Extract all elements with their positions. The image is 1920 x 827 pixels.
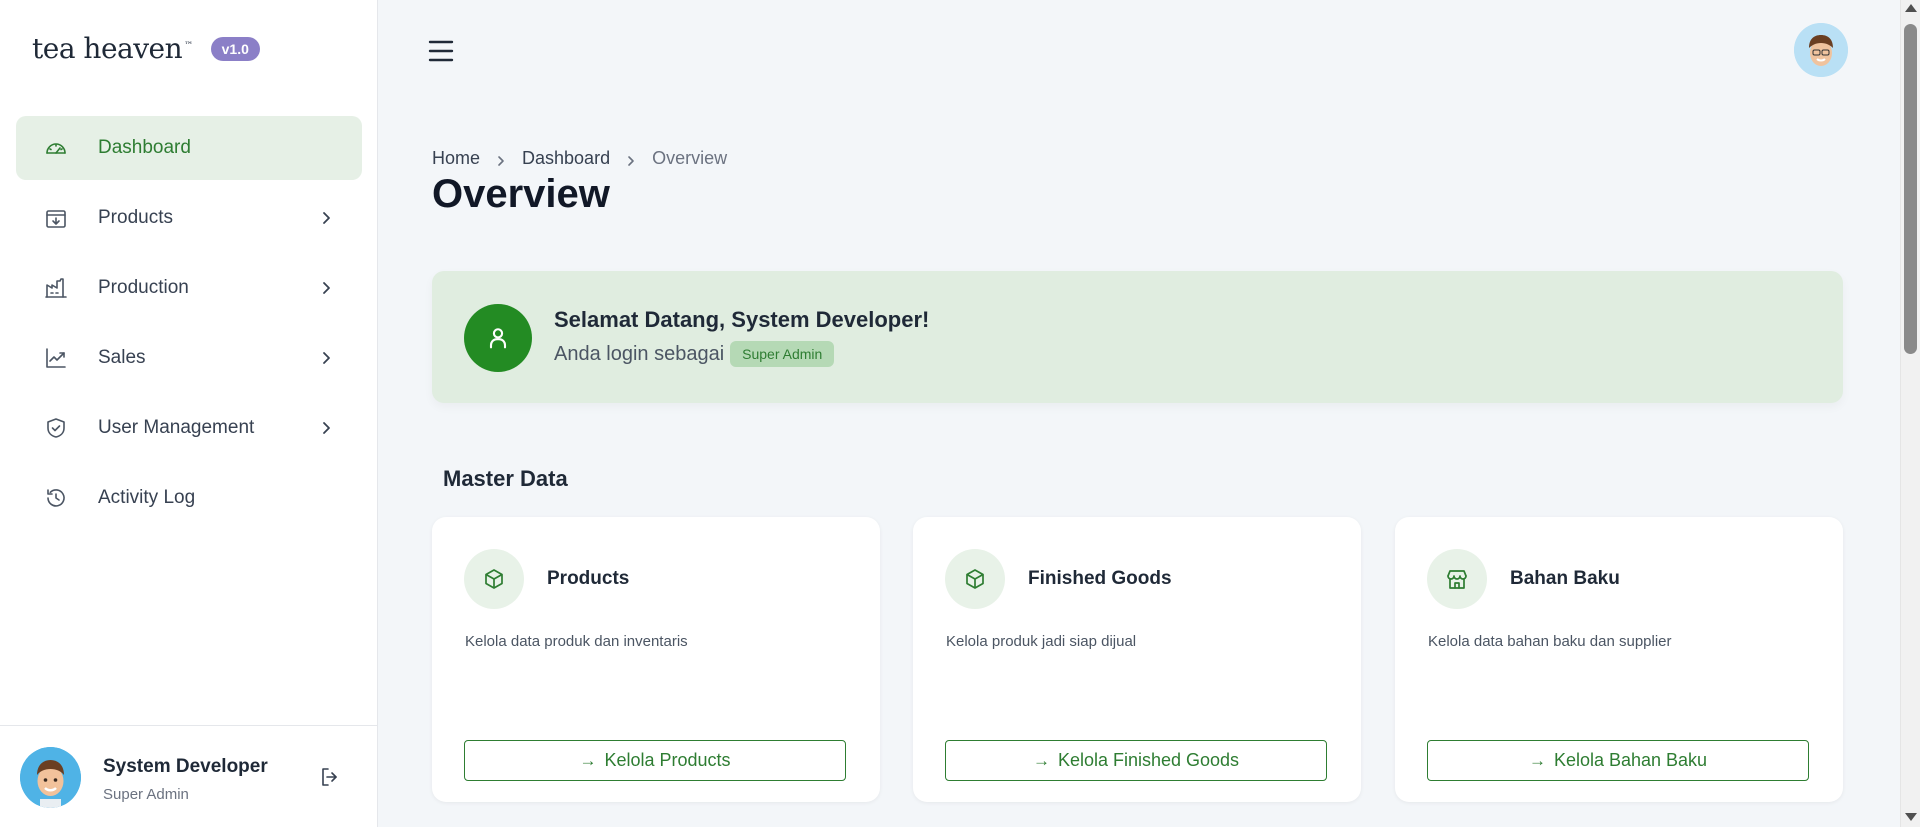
chevron-right-icon (624, 152, 638, 166)
store-icon (1427, 549, 1487, 609)
cube-icon (945, 549, 1005, 609)
chevron-right-icon (316, 278, 336, 298)
section-title: Master Data (443, 466, 568, 491)
vertical-scrollbar[interactable] (1900, 0, 1920, 827)
avatar[interactable] (20, 747, 81, 808)
trend-chart-icon (44, 346, 68, 370)
brand-name: tea heaven ™ (32, 32, 193, 65)
logout-icon[interactable] (318, 765, 342, 789)
hamburger-menu-icon[interactable] (427, 38, 455, 64)
role-badge: Super Admin (730, 341, 835, 367)
version-badge: v1.0 (210, 36, 260, 61)
card-bahan-baku: Bahan Baku Kelola data bahan baku dan su… (1395, 517, 1843, 802)
history-icon (44, 486, 68, 510)
sidebar-item-production[interactable]: Production (16, 256, 362, 320)
user-profile: System Developer Super Admin (0, 725, 378, 827)
chevron-right-icon (316, 418, 336, 438)
page-title: Overview (432, 172, 610, 216)
card-finished-goods: Finished Goods Kelola produk jadi siap d… (913, 517, 1361, 802)
button-label: Kelola Bahan Baku (1553, 750, 1708, 770)
arrow-right-icon: → (579, 750, 597, 770)
brand[interactable]: tea heaven ™ v1.0 (32, 32, 260, 65)
arrow-right-icon: → (1032, 750, 1050, 770)
scroll-down-arrow-icon[interactable] (1905, 813, 1917, 821)
sidebar-item-label: User Management (98, 417, 255, 438)
arrow-right-icon: → (1528, 750, 1546, 770)
welcome-banner: Selamat Datang, System Developer! Anda l… (432, 271, 1843, 403)
user-name: System Developer (103, 756, 268, 777)
button-label: Kelola Finished Goods (1057, 750, 1240, 770)
welcome-subtitle-text: Anda login sebagai (554, 342, 725, 365)
breadcrumb-current: Overview (652, 148, 728, 168)
sidebar-item-user-management[interactable]: User Management (16, 396, 362, 460)
scroll-up-arrow-icon[interactable] (1905, 4, 1917, 12)
sidebar-item-label: Products (98, 207, 173, 228)
card-products: Products Kelola data produk dan inventar… (432, 517, 880, 802)
user-icon (464, 304, 532, 372)
manage-bahan-baku-button[interactable]: → Kelola Bahan Baku (1427, 740, 1809, 781)
chevron-right-icon (494, 152, 508, 166)
cube-icon (464, 549, 524, 609)
card-title: Products (547, 568, 630, 589)
sidebar-item-label: Sales (98, 347, 146, 368)
card-description: Kelola produk jadi siap dijual (946, 633, 1137, 650)
factory-icon (44, 276, 68, 300)
archive-box-icon (44, 206, 68, 230)
card-description: Kelola data produk dan inventaris (465, 633, 688, 650)
sidebar-item-products[interactable]: Products (16, 186, 362, 250)
scrollbar-thumb[interactable] (1904, 24, 1917, 354)
sidebar-item-label: Production (98, 277, 189, 298)
breadcrumb-home[interactable]: Home (432, 148, 480, 169)
breadcrumb: Home Dashboard Overview (432, 148, 727, 169)
sidebar-item-activity-log[interactable]: Activity Log (16, 466, 362, 530)
user-role: Super Admin (103, 786, 189, 803)
sidebar-nav: Dashboard Products Production Sales User… (16, 116, 362, 536)
avatar[interactable] (1794, 23, 1848, 77)
manage-products-button[interactable]: → Kelola Products (464, 740, 846, 781)
sidebar-item-sales[interactable]: Sales (16, 326, 362, 390)
sidebar-item-label: Activity Log (98, 487, 196, 508)
chevron-right-icon (316, 208, 336, 228)
card-title: Finished Goods (1028, 568, 1172, 589)
sidebar-item-dashboard[interactable]: Dashboard (16, 116, 362, 180)
card-title: Bahan Baku (1510, 568, 1620, 589)
chevron-right-icon (316, 348, 336, 368)
button-label: Kelola Products (604, 750, 731, 770)
welcome-subtitle: Anda login sebagai Super Admin (554, 341, 835, 367)
sidebar: tea heaven ™ v1.0 Dashboard Products Prod… (0, 0, 378, 827)
welcome-title: Selamat Datang, System Developer! (554, 307, 930, 332)
card-description: Kelola data bahan baku dan supplier (1428, 633, 1672, 650)
shield-check-icon (44, 416, 68, 440)
manage-finished-goods-button[interactable]: → Kelola Finished Goods (945, 740, 1327, 781)
gauge-icon (44, 136, 68, 160)
breadcrumb-dashboard[interactable]: Dashboard (522, 148, 610, 169)
sidebar-item-label: Dashboard (98, 137, 191, 158)
